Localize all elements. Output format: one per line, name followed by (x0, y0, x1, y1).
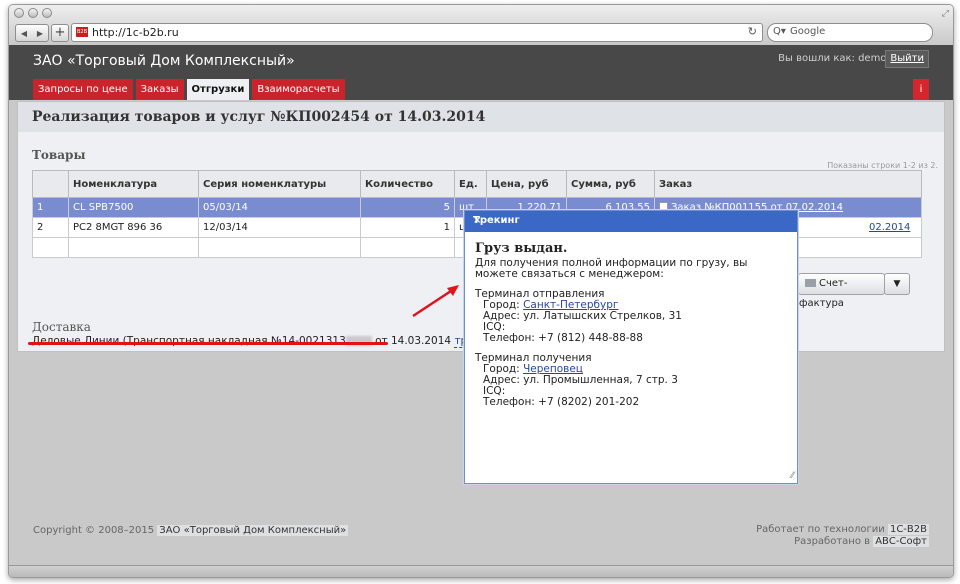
reload-icon[interactable]: ↻ (748, 25, 757, 38)
annotation-arrow-icon (412, 285, 459, 318)
goods-heading: Товары (32, 148, 86, 162)
tab-orders[interactable]: Заказы (135, 79, 184, 100)
tab-settlements[interactable]: Взаиморасчеты (252, 79, 345, 100)
delivery-info: Деловые Линии (Транспортная накладная №1… (32, 335, 503, 348)
annotation-underline (28, 342, 388, 345)
footer-developer: Разработано в АВС-Софт (794, 536, 929, 547)
copyright-prefix: Copyright © 2008–2015 (33, 525, 158, 536)
cell-series: 05/03/14 (198, 197, 361, 218)
footer-copyright: Copyright © 2008–2015 ЗАО «Торговый Дом … (33, 525, 349, 536)
url-text[interactable]: http://1c-b2b.ru (92, 26, 179, 39)
forward-arrow-icon[interactable]: ▶ (37, 29, 43, 38)
cell-item: CL SPB7500 (68, 197, 199, 218)
window-bottom-bar (9, 565, 953, 577)
column-header-price[interactable]: Цена, руб (486, 170, 567, 198)
tracking-dialog: Трекинг × Груз выдан. Для получения полн… (464, 210, 798, 484)
logout-button[interactable]: Выйти (885, 50, 929, 68)
delivery-prefix: Деловые Линии (Транспортная накладная №1… (32, 335, 346, 347)
printer-icon (805, 279, 816, 287)
dev-name[interactable]: АВС-Софт (873, 536, 929, 547)
info-button[interactable]: i (913, 79, 929, 100)
tab-price-requests[interactable]: Запросы по цене (33, 79, 133, 100)
cell-row-number: 2 (32, 217, 69, 238)
column-header-series[interactable]: Серия номенклатуры (198, 170, 361, 198)
tab-shipments[interactable]: Отгрузки (186, 79, 250, 100)
delivery-suffix: от 14.03.2014 (371, 335, 455, 347)
back-forward-buttons[interactable]: ◀ ▶ (15, 24, 49, 42)
invoice-dropdown-button[interactable]: ▼ (884, 273, 910, 295)
copyright-company: ЗАО «Торговый Дом Комплексный» (157, 525, 349, 536)
search-placeholder: Google (790, 26, 826, 37)
cell-qty: 5 (360, 197, 455, 218)
close-icon[interactable]: × (473, 215, 791, 226)
user-info: Вы вошли как: demo | (778, 53, 893, 64)
minimize-window-icon[interactable] (28, 8, 38, 18)
add-bookmark-button[interactable]: + (51, 24, 69, 42)
column-header[interactable] (32, 170, 69, 198)
company-title: ЗАО «Торговый Дом Комплексный» (33, 53, 295, 69)
page-title: Реализация товаров и услуг №КП002454 от … (32, 109, 486, 125)
column-header-qty[interactable]: Количество (360, 170, 455, 198)
invoice-button[interactable]: Счет-фактура (798, 273, 885, 309)
cell-item: PC2 8MGT 896 36 (68, 217, 199, 238)
rows-summary: Показаны строки 1-2 из 2. (827, 161, 938, 170)
delivery-heading: Доставка (32, 320, 91, 334)
origin-phone: Телефон: +7 (812) 448-88-88 (483, 332, 643, 344)
tech-name[interactable]: 1С-B2B (887, 524, 929, 535)
app-header: ЗАО «Торговый Дом Комплексный» Вы вошли … (9, 45, 953, 100)
column-header-sum[interactable]: Сумма, руб (566, 170, 655, 198)
column-header-unit[interactable]: Ед. (454, 170, 487, 198)
site-favicon-icon: B2B (76, 27, 88, 37)
shipment-status: Груз выдан. (475, 241, 568, 256)
dialog-info-text: Для получения полной информации по грузу… (475, 257, 748, 280)
dialog-title-bar[interactable]: Трекинг × (465, 211, 797, 232)
back-arrow-icon[interactable]: ◀ (21, 29, 27, 38)
expand-icon[interactable]: ⤢ (942, 9, 949, 19)
cell-series: 12/03/14 (198, 217, 361, 238)
browser-toolbar: ◀ ▶ + B2B http://1c-b2b.ru ↻ Q▾ Google ⤢ (9, 5, 953, 46)
footer-technology: Работает по технологии 1С-B2B (756, 524, 929, 535)
resize-grip-icon[interactable]: ⁄⁄ (791, 471, 794, 481)
origin-address: Адрес: ул. Латышских Стрелков, 31 (483, 310, 682, 322)
search-icon: Q▾ (773, 26, 786, 37)
dev-prefix: Разработано в (794, 536, 874, 547)
tech-prefix: Работает по технологии (756, 524, 888, 535)
table-header-row: Номенклатура Серия номенклатуры Количест… (32, 170, 922, 198)
empty-cell (198, 237, 361, 258)
column-header-order[interactable]: Заказ (654, 170, 922, 198)
cell-qty: 1 (360, 217, 455, 238)
column-header-item[interactable]: Номенклатура (68, 170, 199, 198)
zoom-window-icon[interactable] (42, 8, 52, 18)
dest-address: Адрес: ул. Промышленная, 7 стр. 3 (483, 374, 678, 386)
cell-row-number: 1 (32, 197, 69, 218)
address-bar[interactable]: B2B http://1c-b2b.ru ↻ (71, 23, 763, 42)
main-tabs: Запросы по цене Заказы Отгрузки Взаимора… (33, 79, 345, 100)
dialog-body: Груз выдан. Для получения полной информа… (475, 241, 785, 408)
close-window-icon[interactable] (14, 8, 24, 18)
dest-phone: Телефон: +7 (8202) 201-202 (483, 396, 640, 408)
empty-cell (32, 237, 69, 258)
order-link[interactable]: 02.2014 (869, 222, 910, 233)
empty-cell (68, 237, 199, 258)
page-title-bar: Реализация товаров и услуг №КП002454 от … (18, 102, 944, 132)
search-field[interactable]: Q▾ Google (767, 23, 933, 42)
empty-cell (360, 237, 455, 258)
